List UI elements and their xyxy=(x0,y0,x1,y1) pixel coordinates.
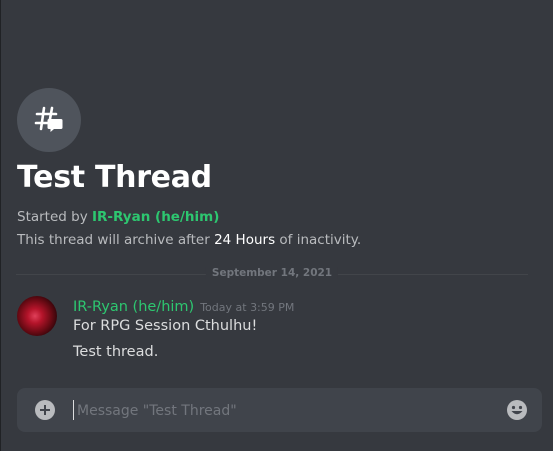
thread-author-link[interactable]: IR-Ryan (he/him) xyxy=(92,209,219,225)
archive-duration: 24 Hours xyxy=(214,232,276,248)
message-header: IR-Ryan (he/him) Today at 3:59 PM xyxy=(73,296,294,315)
thread-archive-info: This thread will archive after 24 Hours … xyxy=(17,232,361,248)
message-input[interactable] xyxy=(75,396,499,426)
date-divider-label: September 14, 2021 xyxy=(205,267,339,279)
plus-circle-icon[interactable] xyxy=(35,400,55,420)
thread-started-by: Started by IR-Ryan (he/him) xyxy=(17,209,219,225)
message-author[interactable]: IR-Ryan (he/him) xyxy=(73,299,194,315)
started-by-prefix: Started by xyxy=(17,209,92,225)
thread-icon xyxy=(17,88,81,152)
archive-suffix: of inactivity. xyxy=(275,232,362,248)
message-composer xyxy=(17,388,542,432)
avatar[interactable] xyxy=(17,296,57,336)
message-content: Test thread. xyxy=(73,344,159,360)
message-content: For RPG Session Cthulhu! xyxy=(73,318,258,334)
pane-border xyxy=(0,0,1,451)
message-timestamp: Today at 3:59 PM xyxy=(200,301,295,314)
thread-title: Test Thread xyxy=(17,160,212,195)
archive-prefix: This thread will archive after xyxy=(17,232,215,248)
text-caret xyxy=(73,400,74,420)
thread-header xyxy=(17,88,81,152)
smiley-icon[interactable] xyxy=(506,399,528,421)
